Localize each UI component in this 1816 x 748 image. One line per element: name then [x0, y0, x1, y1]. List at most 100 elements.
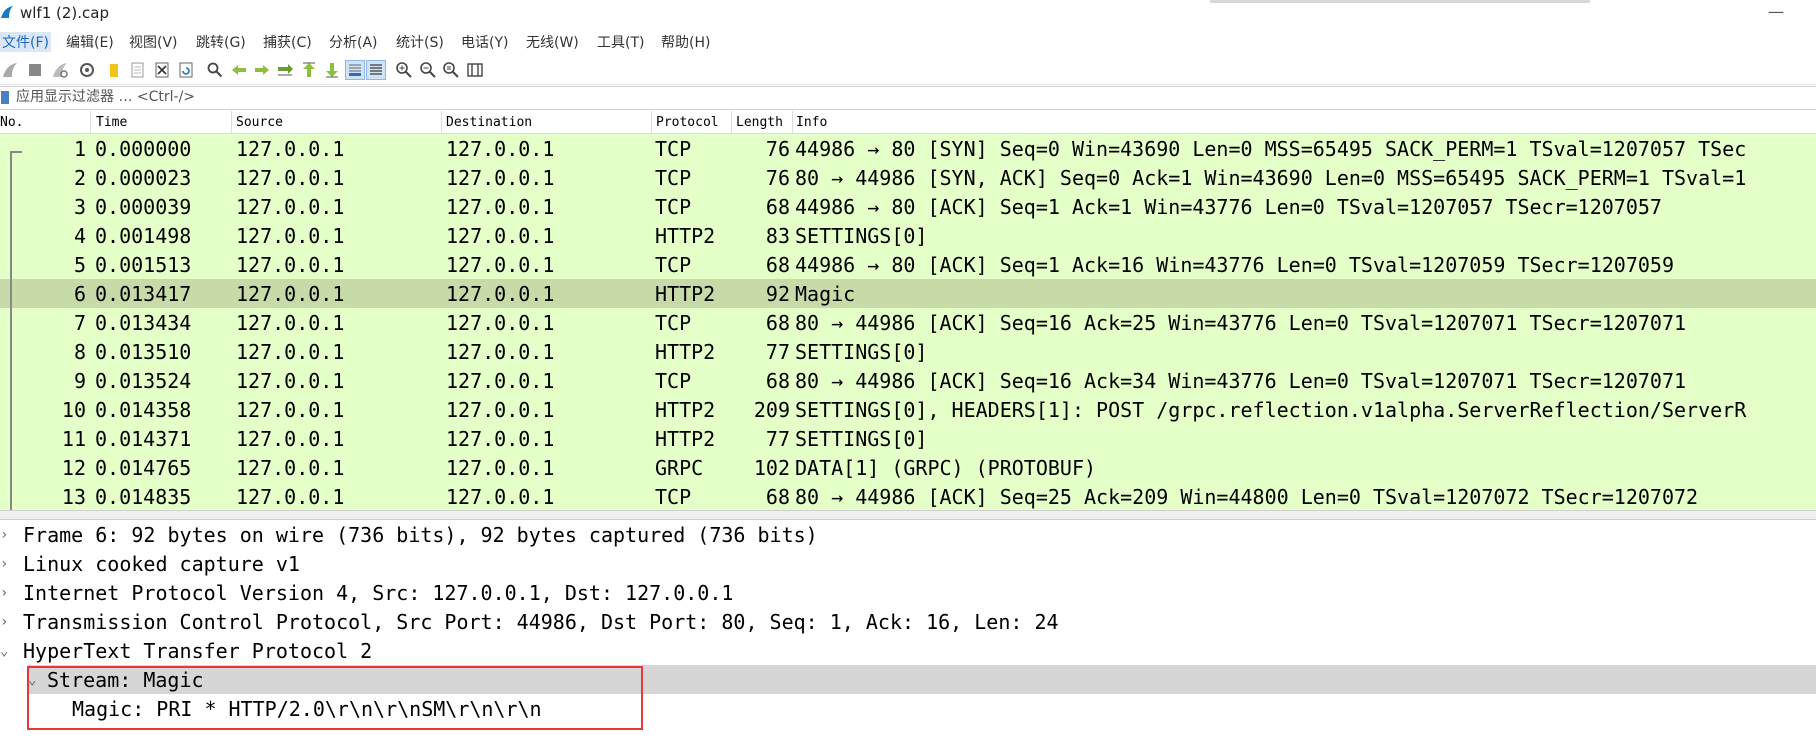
- menu-file[interactable]: 文件(F): [0, 32, 51, 52]
- arrow-left-icon: [232, 65, 246, 75]
- detail-row-frame[interactable]: › Frame 6: 92 bytes on wire (736 bits), …: [0, 520, 1816, 549]
- start-capture-button[interactable]: [0, 60, 20, 80]
- column-separator[interactable]: [651, 111, 652, 133]
- window-title: wlf1 (2).cap: [20, 4, 110, 22]
- packet-row[interactable]: 10 0.014358 127.0.0.1 127.0.0.1 HTTP2 20…: [0, 395, 1816, 424]
- first-packet-button[interactable]: [299, 60, 319, 80]
- packet-length: 68: [765, 369, 790, 393]
- packet-row[interactable]: 11 0.014371 127.0.0.1 127.0.0.1 HTTP2 77…: [0, 424, 1816, 453]
- packet-row[interactable]: 2 0.000023 127.0.0.1 127.0.0.1 TCP 76 80…: [0, 163, 1816, 192]
- chevron-right-icon[interactable]: ›: [0, 527, 8, 543]
- resize-columns-button[interactable]: [465, 60, 485, 80]
- colorize-button[interactable]: [366, 60, 386, 80]
- go-back-button[interactable]: [229, 60, 249, 80]
- zoom-out-button[interactable]: [418, 60, 438, 80]
- packet-destination: 127.0.0.1: [446, 224, 555, 248]
- column-protocol[interactable]: Protocol: [656, 115, 719, 135]
- column-separator[interactable]: [792, 111, 793, 133]
- packet-destination: 127.0.0.1: [446, 282, 555, 306]
- packet-time: 0.000039: [95, 195, 192, 219]
- chevron-right-icon[interactable]: ›: [0, 556, 8, 572]
- open-file-button[interactable]: [104, 60, 124, 80]
- column-length[interactable]: Length: [736, 115, 783, 135]
- last-packet-button[interactable]: [322, 60, 342, 80]
- autoscroll-button[interactable]: [345, 60, 365, 80]
- packet-row[interactable]: 7 0.013434 127.0.0.1 127.0.0.1 TCP 68 80…: [0, 308, 1816, 337]
- menu-telephony[interactable]: 电话(Y): [461, 32, 508, 52]
- packet-row-selected[interactable]: 6 0.013417 127.0.0.1 127.0.0.1 HTTP2 92 …: [0, 279, 1816, 308]
- packet-time: 0.013524: [95, 369, 192, 393]
- menu-view[interactable]: 视图(V): [129, 32, 178, 52]
- detail-row-ipv4[interactable]: › Internet Protocol Version 4, Src: 127.…: [0, 578, 1816, 607]
- stop-capture-button[interactable]: [25, 60, 45, 80]
- column-time[interactable]: Time: [96, 115, 127, 135]
- packet-row[interactable]: 3 0.000039 127.0.0.1 127.0.0.1 TCP 68 44…: [0, 192, 1816, 221]
- column-separator[interactable]: [90, 111, 91, 133]
- packet-protocol: HTTP2: [655, 398, 716, 422]
- display-filter-input[interactable]: [16, 88, 1806, 106]
- packet-length: 68: [765, 311, 790, 335]
- column-destination[interactable]: Destination: [446, 115, 532, 135]
- packet-row[interactable]: 9 0.013524 127.0.0.1 127.0.0.1 TCP 68 80…: [0, 366, 1816, 395]
- restart-capture-button[interactable]: [50, 60, 70, 80]
- packet-length: 68: [765, 253, 790, 277]
- detail-row-tcp[interactable]: › Transmission Control Protocol, Src Por…: [0, 607, 1816, 636]
- zoom-in-icon: [396, 62, 412, 78]
- menu-help[interactable]: 帮助(H): [661, 32, 710, 52]
- autoscroll-icon: [349, 64, 361, 76]
- close-file-button[interactable]: [152, 60, 172, 80]
- packet-length: 68: [765, 195, 790, 219]
- packet-length: 77: [765, 427, 790, 451]
- packet-list[interactable]: 1 0.000000 127.0.0.1 127.0.0.1 TCP 76 44…: [0, 134, 1816, 510]
- packet-row[interactable]: 12 0.014765 127.0.0.1 127.0.0.1 GRPC 102…: [0, 453, 1816, 482]
- column-no[interactable]: No.: [0, 115, 23, 135]
- stop-icon: [29, 64, 41, 76]
- goto-packet-icon: [278, 64, 293, 76]
- chevron-down-icon[interactable]: ⌄: [0, 643, 8, 659]
- chevron-right-icon[interactable]: ›: [0, 614, 8, 630]
- normal-size-button[interactable]: [441, 60, 461, 80]
- menu-tools[interactable]: 工具(T): [597, 32, 644, 52]
- go-to-packet-button[interactable]: [275, 60, 295, 80]
- menu-wireless[interactable]: 无线(W): [526, 32, 579, 52]
- search-icon: [207, 62, 223, 78]
- detail-text: Internet Protocol Version 4, Src: 127.0.…: [23, 581, 734, 605]
- packet-length: 68: [765, 485, 790, 509]
- menu-analyze[interactable]: 分析(A): [329, 32, 378, 52]
- pane-splitter[interactable]: [0, 510, 1816, 520]
- packet-time: 0.013434: [95, 311, 192, 335]
- go-forward-button[interactable]: [252, 60, 272, 80]
- conversation-bracket-top: [10, 151, 22, 153]
- save-file-button[interactable]: [127, 60, 147, 80]
- packet-row[interactable]: 13 0.014835 127.0.0.1 127.0.0.1 TCP 68 8…: [0, 482, 1816, 510]
- minimize-button[interactable]: —: [1768, 2, 1784, 21]
- menu-go[interactable]: 跳转(G): [196, 32, 246, 52]
- menu-statistics[interactable]: 统计(S): [396, 32, 444, 52]
- menu-capture[interactable]: 捕获(C): [263, 32, 312, 52]
- column-separator[interactable]: [231, 111, 232, 133]
- reload-file-button[interactable]: [176, 60, 196, 80]
- packet-row[interactable]: 1 0.000000 127.0.0.1 127.0.0.1 TCP 76 44…: [0, 134, 1816, 163]
- packet-row[interactable]: 4 0.001498 127.0.0.1 127.0.0.1 HTTP2 83 …: [0, 221, 1816, 250]
- column-separator[interactable]: [441, 111, 442, 133]
- packet-length: 76: [765, 166, 790, 190]
- bookmark-icon[interactable]: [1, 91, 9, 104]
- packet-info: 80 → 44986 [SYN, ACK] Seq=0 Ack=1 Win=43…: [795, 166, 1747, 190]
- arrow-down-icon: [326, 63, 338, 78]
- detail-row-http2[interactable]: ⌄ HyperText Transfer Protocol 2: [0, 636, 1816, 665]
- zoom-in-button[interactable]: [394, 60, 414, 80]
- packet-row[interactable]: 5 0.001513 127.0.0.1 127.0.0.1 TCP 68 44…: [0, 250, 1816, 279]
- column-separator[interactable]: [731, 111, 732, 133]
- packet-row[interactable]: 8 0.013510 127.0.0.1 127.0.0.1 HTTP2 77 …: [0, 337, 1816, 366]
- packet-source: 127.0.0.1: [236, 485, 345, 509]
- menu-edit[interactable]: 编辑(E): [66, 32, 114, 52]
- packet-time: 0.014371: [95, 427, 192, 451]
- column-info[interactable]: Info: [796, 115, 827, 135]
- column-source[interactable]: Source: [236, 115, 283, 135]
- packet-info: 44986 → 80 [ACK] Seq=1 Ack=16 Win=43776 …: [795, 253, 1674, 277]
- capture-options-button[interactable]: [77, 60, 97, 80]
- packet-length: 83: [765, 224, 790, 248]
- detail-row-linux-cooked[interactable]: › Linux cooked capture v1: [0, 549, 1816, 578]
- chevron-right-icon[interactable]: ›: [0, 585, 8, 601]
- find-packet-button[interactable]: [205, 60, 225, 80]
